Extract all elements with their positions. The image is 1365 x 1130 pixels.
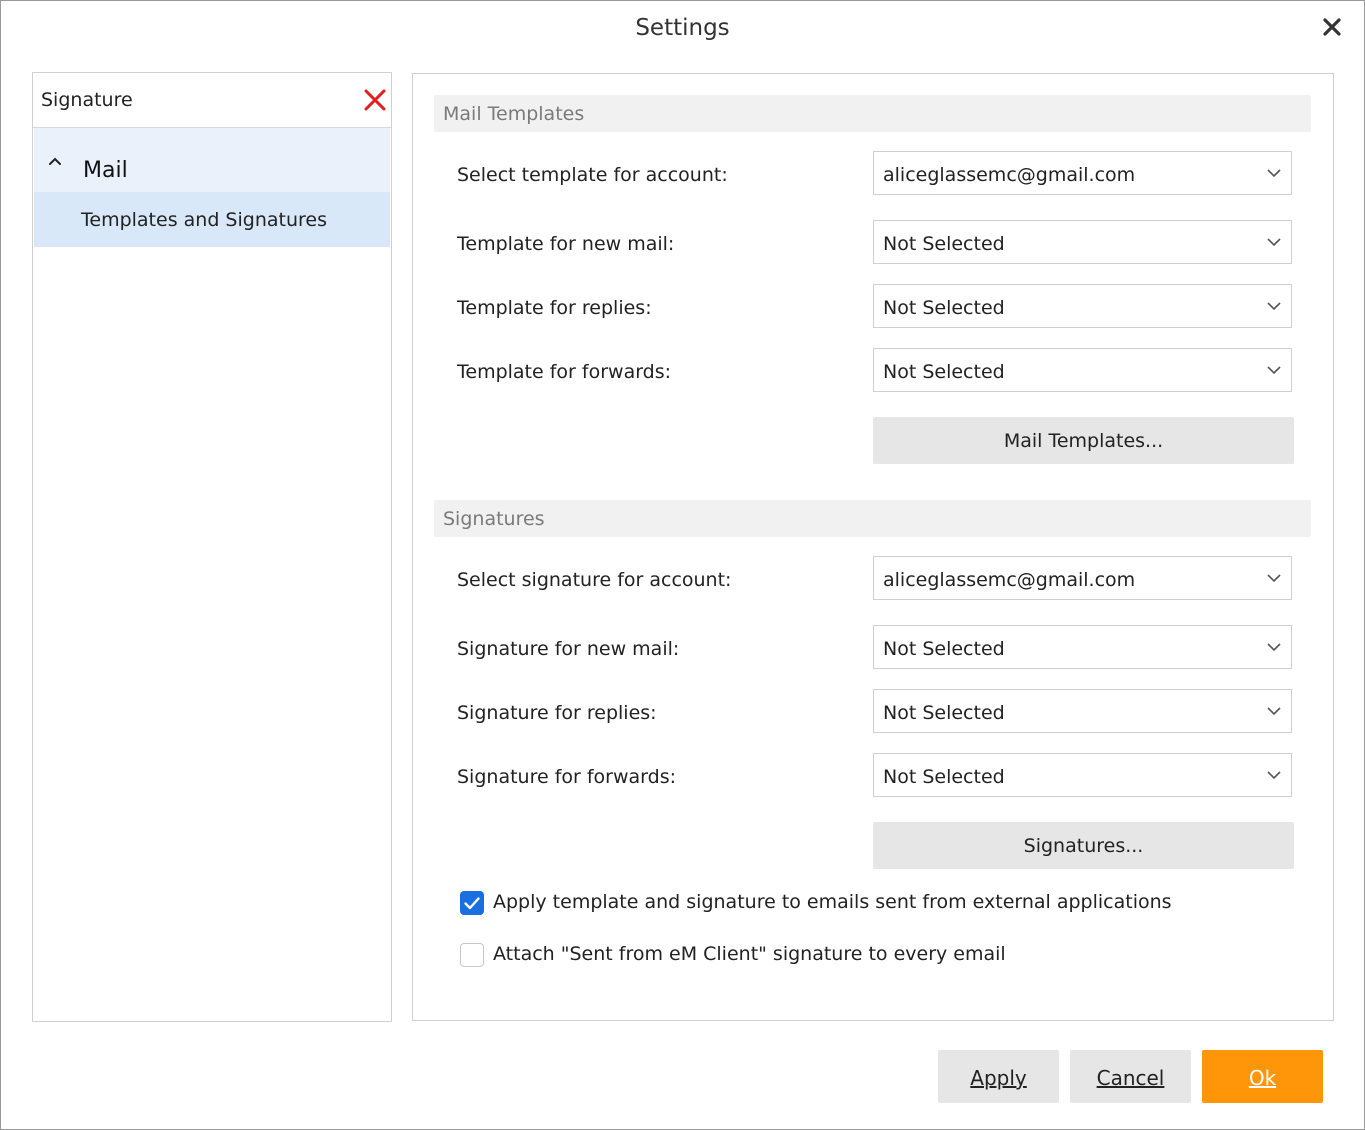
chevron-down-icon xyxy=(1267,238,1281,247)
attach-sent-from-checkbox[interactable] xyxy=(460,943,484,967)
template-replies-label: Template for replies: xyxy=(457,297,652,319)
tree-item-label: Templates and Signatures xyxy=(81,209,327,231)
template-account-select[interactable]: aliceglassemc@gmail.com xyxy=(873,151,1292,195)
signature-new-mail-label: Signature for new mail: xyxy=(457,638,680,660)
chevron-down-icon xyxy=(1267,302,1281,311)
button-label: Apply xyxy=(970,1066,1027,1090)
section-title: Mail Templates xyxy=(443,103,585,125)
template-forwards-select[interactable]: Not Selected xyxy=(873,348,1292,392)
apply-external-label[interactable]: Apply template and signature to emails s… xyxy=(493,891,1172,913)
settings-dialog: Settings Mail Templates and Signatures xyxy=(0,0,1365,1130)
signature-forwards-label: Signature for forwards: xyxy=(457,766,677,788)
chevron-down-icon xyxy=(1267,366,1281,375)
select-template-account-label: Select template for account: xyxy=(457,164,728,186)
select-value: aliceglassemc@gmail.com xyxy=(883,569,1136,591)
tree-item-templates-and-signatures[interactable]: Templates and Signatures xyxy=(34,192,390,247)
attach-sent-from-label[interactable]: Attach "Sent from eM Client" signature t… xyxy=(493,943,1006,965)
template-new-mail-label: Template for new mail: xyxy=(457,233,675,255)
signatures-section-header: Signatures xyxy=(434,500,1311,537)
select-value: Not Selected xyxy=(883,638,1005,660)
apply-button[interactable]: Apply xyxy=(938,1050,1059,1103)
clear-search-icon xyxy=(364,89,386,111)
signature-replies-label: Signature for replies: xyxy=(457,702,657,724)
signature-replies-select[interactable]: Not Selected xyxy=(873,689,1292,733)
close-button[interactable] xyxy=(1318,13,1346,41)
signature-account-select[interactable]: aliceglassemc@gmail.com xyxy=(873,556,1292,600)
section-title: Signatures xyxy=(443,508,545,530)
signature-new-mail-select[interactable]: Not Selected xyxy=(873,625,1292,669)
select-value: Not Selected xyxy=(883,702,1005,724)
checkmark-icon xyxy=(464,897,480,910)
search-row xyxy=(33,73,391,128)
template-forwards-label: Template for forwards: xyxy=(457,361,672,383)
mail-templates-button[interactable]: Mail Templates... xyxy=(873,417,1294,464)
template-new-mail-select[interactable]: Not Selected xyxy=(873,220,1292,264)
select-value: aliceglassemc@gmail.com xyxy=(883,164,1136,186)
apply-external-checkbox[interactable] xyxy=(460,891,484,915)
settings-content-panel: Mail Templates Select template for accou… xyxy=(412,73,1334,1021)
chevron-down-icon xyxy=(1267,643,1281,652)
template-replies-select[interactable]: Not Selected xyxy=(873,284,1292,328)
chevron-down-icon xyxy=(1267,707,1281,716)
button-label: Mail Templates... xyxy=(1003,430,1164,452)
clear-search-button[interactable] xyxy=(363,88,387,112)
select-signature-account-label: Select signature for account: xyxy=(457,569,732,591)
tree-group-mail[interactable]: Mail xyxy=(34,128,390,192)
chevron-down-icon xyxy=(1267,574,1281,583)
signature-forwards-select[interactable]: Not Selected xyxy=(873,753,1292,797)
close-icon xyxy=(1323,18,1341,36)
button-label: Ok xyxy=(1248,1066,1277,1090)
select-value: Not Selected xyxy=(883,361,1005,383)
button-label: Signatures... xyxy=(1023,835,1144,857)
tree-group-label: Mail xyxy=(83,158,128,183)
settings-search-input[interactable] xyxy=(33,73,351,127)
select-value: Not Selected xyxy=(883,233,1005,255)
chevron-down-icon xyxy=(1267,169,1281,178)
signatures-button[interactable]: Signatures... xyxy=(873,822,1294,869)
settings-navigation-panel: Mail Templates and Signatures xyxy=(32,72,392,1022)
button-label: Cancel xyxy=(1096,1066,1165,1090)
chevron-down-icon xyxy=(1267,771,1281,780)
select-value: Not Selected xyxy=(883,297,1005,319)
chevron-up-icon xyxy=(49,157,61,165)
cancel-button[interactable]: Cancel xyxy=(1070,1050,1191,1103)
mail-templates-section-header: Mail Templates xyxy=(434,95,1311,132)
ok-button[interactable]: Ok xyxy=(1202,1050,1323,1103)
dialog-title: Settings xyxy=(635,15,730,41)
select-value: Not Selected xyxy=(883,766,1005,788)
